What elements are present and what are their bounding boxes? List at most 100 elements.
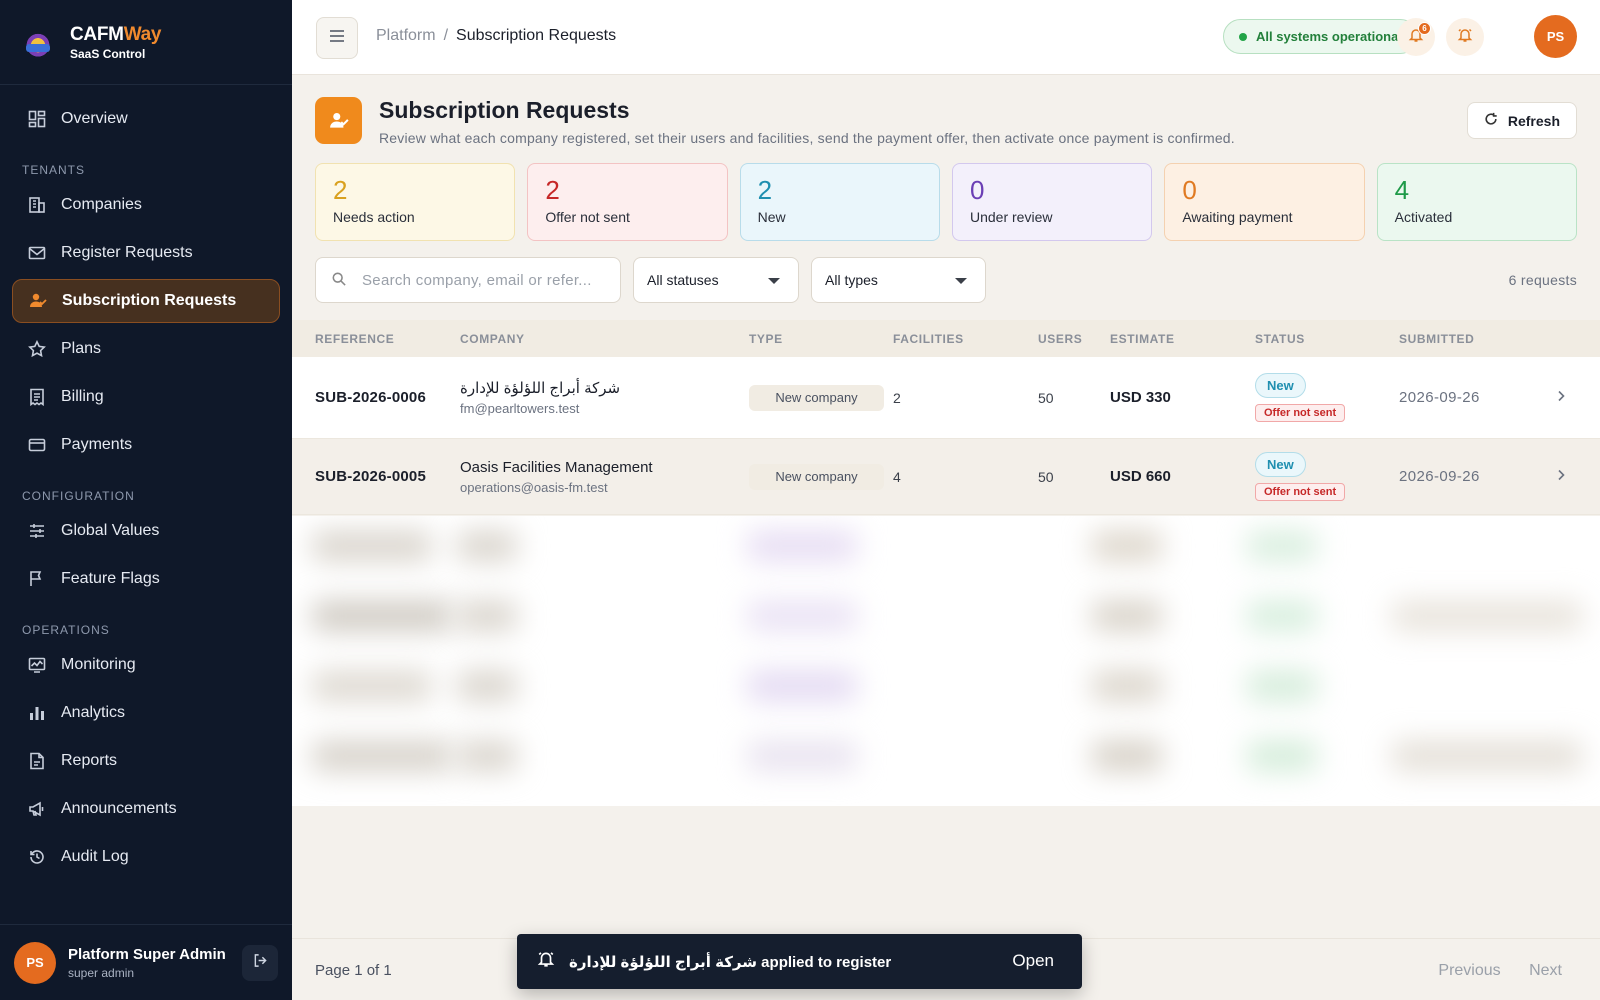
requests-table: REFERENCE COMPANY TYPE FACILITIES USERS …	[292, 320, 1600, 515]
company-name: Oasis Facilities Management	[460, 458, 653, 476]
chevron-right-icon[interactable]	[1556, 389, 1566, 407]
skeleton-block	[1092, 531, 1162, 561]
toast-open-button[interactable]: Open	[1012, 951, 1054, 971]
sidebar-item-reports[interactable]: Reports	[12, 739, 280, 783]
flag-icon	[27, 569, 47, 589]
previous-page-button[interactable]: Previous	[1438, 962, 1500, 979]
cell-company: Oasis Facilities Management operations@o…	[460, 459, 653, 495]
sidebar-item-register-requests[interactable]: Register Requests	[12, 231, 280, 275]
sidebar-item-monitoring[interactable]: Monitoring	[12, 643, 280, 687]
chevron-right-icon[interactable]	[1556, 468, 1566, 486]
skeleton-block	[1092, 671, 1162, 701]
sliders-icon	[27, 521, 47, 541]
sidebar-item-audit-log[interactable]: Audit Log	[12, 835, 280, 879]
report-icon	[27, 751, 47, 771]
skeleton-row	[292, 671, 1600, 731]
column-header-users[interactable]: USERS	[1038, 332, 1082, 346]
sidebar-item-label: Register Requests	[61, 244, 193, 261]
sidebar-item-label: Announcements	[61, 800, 177, 817]
type-chip: New company	[749, 463, 884, 490]
nav-section-title: TENANTS	[22, 163, 86, 177]
cell-estimate: USD 660	[1110, 468, 1171, 485]
sidebar-item-companies[interactable]: Companies	[12, 183, 280, 227]
logout-icon	[253, 953, 268, 973]
cell-estimate: USD 330	[1110, 389, 1171, 406]
column-header-type[interactable]: TYPE	[749, 332, 783, 346]
menu-icon	[329, 29, 345, 48]
user-check-icon	[28, 291, 48, 311]
receipt-icon	[27, 387, 47, 407]
sidebar-item-analytics[interactable]: Analytics	[12, 691, 280, 735]
sidebar-item-label: Analytics	[61, 704, 126, 721]
breadcrumb-root[interactable]: Platform	[376, 27, 436, 44]
column-header-reference[interactable]: REFERENCE	[315, 332, 394, 346]
next-page-button[interactable]: Next	[1529, 962, 1562, 979]
sidebar-item-plans[interactable]: Plans	[12, 327, 280, 371]
user-role: super admin	[68, 965, 135, 980]
column-header-status[interactable]: STATUS	[1255, 332, 1305, 346]
breadcrumb-current: Subscription Requests	[456, 27, 617, 44]
table-row[interactable]: SUB-2026-0005 Oasis Facilities Managemen…	[292, 439, 1600, 515]
cell-company: شركة أبراج اللؤلؤة للإدارة fm@pearltower…	[460, 379, 620, 416]
sidebar-item-label: Feature Flags	[61, 570, 160, 587]
stat-value: 2	[545, 175, 560, 205]
sidebar-item-subscription-requests[interactable]: Subscription Requests	[12, 279, 280, 323]
alerts-button[interactable]	[1446, 18, 1484, 56]
sidebar-item-feature-flags[interactable]: Feature Flags	[12, 557, 280, 601]
sidebar-item-billing[interactable]: Billing	[12, 375, 280, 419]
menu-toggle-button[interactable]	[316, 17, 358, 59]
column-header-facilities[interactable]: FACILITIES	[893, 332, 964, 346]
notification-count-badge: 6	[1418, 22, 1431, 35]
star-icon	[27, 339, 47, 359]
column-header-company[interactable]: COMPANY	[460, 332, 525, 346]
sidebar-item-label: Subscription Requests	[62, 292, 237, 309]
brand[interactable]: CAFMWay SaaS Control	[0, 0, 292, 85]
sidebar-item-announcements[interactable]: Announcements	[12, 787, 280, 831]
logout-button[interactable]	[242, 945, 278, 981]
cell-submitted: 2026-09-26	[1399, 389, 1480, 406]
sidebar-item-overview[interactable]: Overview	[12, 97, 280, 141]
cell-users: 50	[1038, 468, 1054, 485]
skeleton-block	[747, 531, 857, 561]
sidebar-item-payments[interactable]: Payments	[12, 423, 280, 467]
skeleton-block	[312, 531, 432, 561]
cell-status: New Offer not sent	[1255, 452, 1346, 501]
stat-label: Offer not sent	[545, 209, 630, 225]
sidebar-item-global-values[interactable]: Global Values	[12, 509, 280, 553]
column-header-submitted[interactable]: SUBMITTED	[1399, 332, 1474, 346]
notifications-button[interactable]: 6	[1397, 18, 1435, 56]
stat-card-awaiting-payment[interactable]: 0 Awaiting payment	[1164, 163, 1365, 241]
column-header-estimate[interactable]: ESTIMATE	[1110, 332, 1175, 346]
stat-card-needs-action[interactable]: 2 Needs action	[315, 163, 516, 241]
skeleton-block	[1247, 601, 1317, 631]
status-filter-select[interactable]: All statuses	[633, 257, 799, 303]
sidebar-item-label: Global Values	[61, 522, 160, 539]
type-chip: New company	[749, 384, 884, 411]
breadcrumb: Platform / Subscription Requests	[376, 27, 616, 45]
chevron-down-icon	[768, 278, 780, 284]
avatar[interactable]: PS	[14, 941, 56, 984]
stat-card-offer-not-sent[interactable]: 2 Offer not sent	[527, 163, 728, 241]
system-status-badge[interactable]: All systems operational	[1223, 19, 1418, 54]
refresh-button[interactable]: Refresh	[1466, 102, 1577, 139]
skeleton-block	[1092, 741, 1162, 771]
skeleton-row	[292, 601, 1600, 661]
mail-icon	[27, 243, 47, 263]
avatar[interactable]: PS	[1534, 15, 1577, 58]
stats-row: 2 Needs action 2 Offer not sent 2 New 0 Unde…	[315, 163, 1577, 241]
stat-card-under-review[interactable]: 0 Under review	[951, 163, 1153, 241]
refresh-label: Refresh	[1507, 112, 1560, 129]
history-icon	[27, 847, 47, 867]
skeleton-block	[1092, 601, 1162, 631]
table-row[interactable]: SUB-2026-0006 شركة أبراج اللؤلؤة للإدارة…	[292, 357, 1600, 439]
cell-reference: SUB-2026-0006	[315, 389, 426, 406]
sidebar-item-label: Billing	[61, 388, 104, 405]
skeleton-row	[292, 531, 1600, 591]
type-filter-select[interactable]: All types	[811, 257, 986, 303]
grid-icon	[27, 109, 47, 129]
stat-card-activated[interactable]: 4 Activated	[1376, 163, 1577, 241]
stat-card-new[interactable]: 2 New	[739, 163, 940, 241]
brand-logo-icon	[22, 26, 54, 58]
search-input[interactable]	[362, 271, 602, 289]
search-icon	[332, 272, 346, 289]
